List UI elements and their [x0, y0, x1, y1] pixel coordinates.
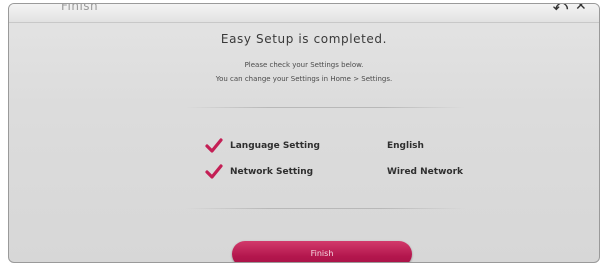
back-icon[interactable]: ⤺ [553, 4, 568, 14]
divider [185, 107, 465, 108]
close-icon[interactable]: ✕ [575, 4, 587, 14]
setup-dialog: Finish ⤺ ✕ Easy Setup is completed. Plea… [8, 3, 600, 263]
divider [185, 208, 465, 209]
setting-value: English [387, 141, 424, 151]
setting-row-language: Language Setting English [9, 137, 599, 157]
tab-title: Finish [61, 3, 99, 13]
setting-label: Language Setting [230, 141, 320, 151]
dialog-heading: Easy Setup is completed. [220, 32, 388, 46]
setting-label: Network Setting [230, 167, 314, 177]
title-bar: Finish ⤺ ✕ [9, 4, 599, 23]
screen: Finish ⤺ ✕ Easy Setup is completed. Plea… [0, 0, 608, 269]
setting-value: Wired Network [387, 167, 463, 177]
checkmark-icon [205, 164, 223, 179]
setting-row-network: Network Setting Wired Network [9, 163, 599, 183]
checkmark-icon [205, 138, 223, 153]
instruction-line-1: Please check your Settings below. [244, 61, 364, 69]
finish-button[interactable]: Finish [232, 241, 412, 262]
instruction-line-2: You can change your Settings in Home > S… [215, 75, 393, 83]
